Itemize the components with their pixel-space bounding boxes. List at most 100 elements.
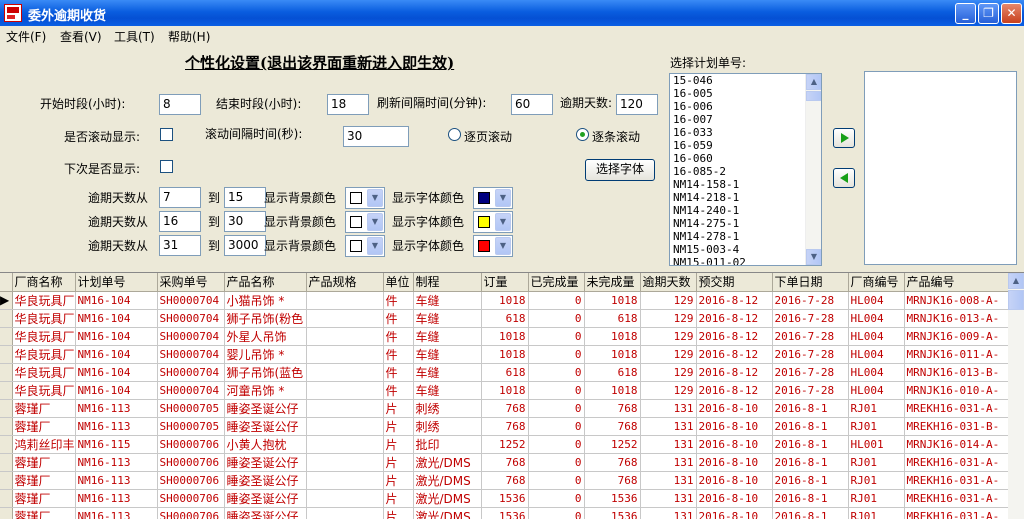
- font-color-picker[interactable]: ▼: [473, 235, 513, 257]
- table-cell[interactable]: 激光/DMS: [413, 453, 482, 472]
- table-cell[interactable]: 小猫吊饰 *: [224, 291, 307, 310]
- table-cell[interactable]: HL004: [848, 381, 905, 400]
- plan-list-item[interactable]: NM14-275-1: [670, 217, 821, 230]
- row-selector[interactable]: [0, 435, 13, 454]
- minimize-icon[interactable]: _: [955, 3, 976, 24]
- line-scroll-radio[interactable]: [576, 128, 589, 141]
- table-cell[interactable]: 1018: [584, 345, 641, 364]
- table-cell[interactable]: 蓉瑾厂: [12, 489, 76, 508]
- table-row[interactable]: 蓉瑾厂 NM16-113 SH0000706 睡姿圣诞公仔片激光/DMS 768 0 768…: [0, 453, 1009, 472]
- table-cell[interactable]: 131: [640, 435, 697, 454]
- table-row[interactable]: ▶ 华良玩具厂 NM16-104 SH0000704 小猫吊饰 * 件车缝 1018 0 101…: [0, 291, 1009, 310]
- row-selector[interactable]: [0, 453, 13, 472]
- table-cell[interactable]: 0: [528, 363, 585, 382]
- selected-plan-list[interactable]: [864, 71, 1017, 265]
- table-cell[interactable]: [306, 507, 384, 519]
- table-cell[interactable]: SH0000704: [157, 345, 225, 364]
- table-cell[interactable]: 片: [383, 417, 414, 436]
- table-row[interactable]: 蓉瑾厂 NM16-113 SH0000706 睡姿圣诞公仔片激光/DMS 1536 0 15…: [0, 507, 1009, 519]
- table-cell[interactable]: 2016-7-28: [772, 309, 849, 328]
- table-cell[interactable]: 激光/DMS: [413, 489, 482, 508]
- plan-list-item[interactable]: NM14-240-1: [670, 204, 821, 217]
- row-selector[interactable]: [0, 345, 13, 364]
- table-cell[interactable]: 2016-8-1: [772, 435, 849, 454]
- table-cell[interactable]: 刺绣: [413, 399, 482, 418]
- range-to-input[interactable]: 30: [224, 211, 266, 232]
- scroll-up-icon[interactable]: ▲: [806, 74, 821, 90]
- table-row[interactable]: 华良玩具厂 NM16-104 SH0000704 外星人吊饰件车缝 1018 0 1018 1…: [0, 327, 1009, 346]
- column-header[interactable]: 采购单号: [157, 273, 225, 292]
- app-icon[interactable]: [4, 4, 22, 22]
- table-cell[interactable]: 2016-8-10: [696, 435, 773, 454]
- table-cell[interactable]: 1536: [584, 507, 641, 519]
- row-selector[interactable]: [0, 399, 13, 418]
- table-cell[interactable]: 768: [481, 417, 529, 436]
- table-cell[interactable]: 睡姿圣诞公仔: [224, 471, 307, 490]
- table-cell[interactable]: 1018: [584, 291, 641, 310]
- table-cell[interactable]: 2016-7-28: [772, 381, 849, 400]
- table-cell[interactable]: 鸿莉丝印丰: [12, 435, 76, 454]
- table-cell[interactable]: [306, 435, 384, 454]
- column-header[interactable]: 已完成量: [528, 273, 585, 292]
- column-header[interactable]: 未完成量: [584, 273, 641, 292]
- table-cell[interactable]: [306, 471, 384, 490]
- table-cell[interactable]: 768: [481, 399, 529, 418]
- table-cell[interactable]: 0: [528, 489, 585, 508]
- table-cell[interactable]: HL001: [848, 435, 905, 454]
- table-cell[interactable]: 131: [640, 453, 697, 472]
- column-header[interactable]: 产品编号: [904, 273, 1009, 292]
- chevron-down-icon[interactable]: ▼: [495, 237, 511, 255]
- table-cell[interactable]: 129: [640, 327, 697, 346]
- column-header[interactable]: 产品规格: [306, 273, 384, 292]
- table-cell[interactable]: SH0000705: [157, 417, 225, 436]
- table-cell[interactable]: 0: [528, 417, 585, 436]
- table-cell[interactable]: 1018: [481, 327, 529, 346]
- table-row[interactable]: 华良玩具厂 NM16-104 SH0000704 婴儿吊饰 * 件车缝 1018 0 1018…: [0, 345, 1009, 364]
- table-cell[interactable]: 件: [383, 309, 414, 328]
- table-cell[interactable]: 768: [584, 453, 641, 472]
- table-cell[interactable]: NM16-104: [75, 345, 158, 364]
- table-row[interactable]: 华良玩具厂 NM16-104 SH0000704 狮子吊饰(蓝色件车缝 618 0 618 1…: [0, 363, 1009, 382]
- plan-list-item[interactable]: 15-046: [670, 74, 821, 87]
- table-cell[interactable]: SH0000704: [157, 363, 225, 382]
- start-hour-input[interactable]: 8: [159, 94, 201, 115]
- table-cell[interactable]: 狮子吊饰(蓝色: [224, 363, 307, 382]
- table-cell[interactable]: [306, 399, 384, 418]
- menu-view[interactable]: 查看(V): [60, 28, 102, 45]
- table-cell[interactable]: 2016-8-12: [696, 381, 773, 400]
- table-cell[interactable]: 蓉瑾厂: [12, 471, 76, 490]
- plan-list-item[interactable]: 16-060: [670, 152, 821, 165]
- plan-list-item[interactable]: 16-006: [670, 100, 821, 113]
- table-cell[interactable]: NM16-104: [75, 327, 158, 346]
- row-selector[interactable]: ▶: [0, 291, 13, 310]
- table-cell[interactable]: 件: [383, 381, 414, 400]
- table-cell[interactable]: MRNJK16-009-A-: [904, 327, 1009, 346]
- table-cell[interactable]: NM16-104: [75, 381, 158, 400]
- table-cell[interactable]: 2016-7-28: [772, 363, 849, 382]
- table-cell[interactable]: MRNJK16-008-A-: [904, 291, 1009, 310]
- table-cell[interactable]: 蓉瑾厂: [12, 507, 76, 519]
- bg-color-picker[interactable]: ▼: [345, 187, 385, 209]
- plan-list[interactable]: 15-046 16-005 16-006 16-007 16-033 16-059 16-0…: [669, 73, 822, 266]
- chevron-down-icon[interactable]: ▼: [495, 213, 511, 231]
- table-cell[interactable]: 2016-8-12: [696, 309, 773, 328]
- table-cell[interactable]: 0: [528, 327, 585, 346]
- table-cell[interactable]: HL004: [848, 309, 905, 328]
- table-cell[interactable]: 片: [383, 507, 414, 519]
- table-row[interactable]: 蓉瑾厂 NM16-113 SH0000706 睡姿圣诞公仔片激光/DMS 1536 0 15…: [0, 489, 1009, 508]
- table-cell[interactable]: 2016-8-10: [696, 417, 773, 436]
- menu-help[interactable]: 帮助(H): [168, 28, 210, 45]
- table-cell[interactable]: [306, 381, 384, 400]
- table-cell[interactable]: RJ01: [848, 453, 905, 472]
- table-cell[interactable]: 0: [528, 471, 585, 490]
- table-cell[interactable]: 2016-8-1: [772, 453, 849, 472]
- table-cell[interactable]: 婴儿吊饰 *: [224, 345, 307, 364]
- table-cell[interactable]: 蓉瑾厂: [12, 417, 76, 436]
- row-selector[interactable]: [0, 471, 13, 490]
- table-cell[interactable]: 华良玩具厂: [12, 291, 76, 310]
- column-header[interactable]: 单位: [383, 273, 414, 292]
- grid-scrollbar[interactable]: ▲: [1008, 273, 1024, 519]
- range-to-input[interactable]: 3000: [224, 235, 266, 256]
- table-cell[interactable]: SH0000706: [157, 489, 225, 508]
- table-cell[interactable]: [306, 291, 384, 310]
